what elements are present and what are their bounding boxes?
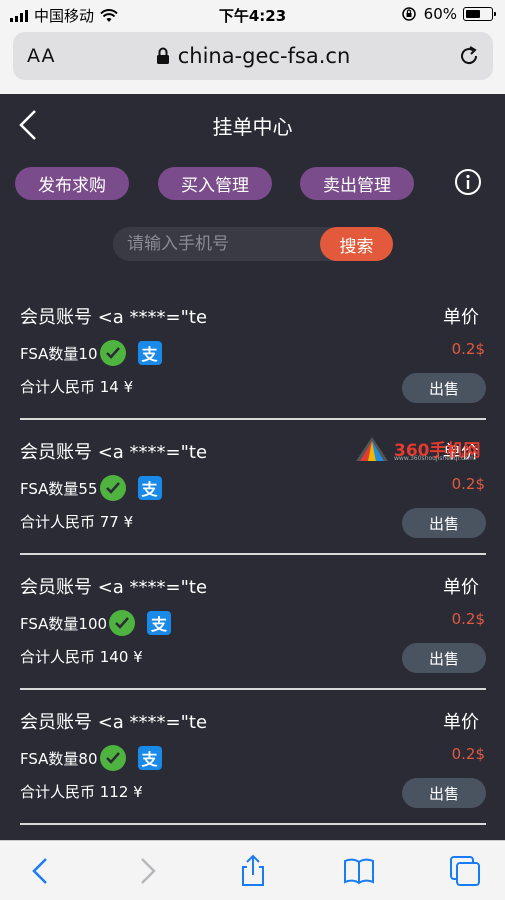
address-bar[interactable]: AA china-gec-fsa.cn (13, 32, 493, 80)
divider (20, 823, 486, 825)
alipay-icon: 支 (137, 476, 162, 500)
lock-icon (156, 47, 169, 64)
sell-button[interactable]: 出售 (402, 373, 486, 403)
page-header: 挂单中心 (0, 94, 505, 156)
wechat-icon (109, 610, 136, 636)
alipay-icon: 支 (137, 341, 162, 365)
price-value: 0.2$ (451, 475, 485, 493)
search-button[interactable]: 搜索 (320, 227, 393, 261)
price-label: 单价 (443, 577, 479, 598)
action-bar: 发布求购 买入管理 卖出管理 (0, 166, 505, 202)
browser-address-area: AA china-gec-fsa.cn (0, 28, 505, 94)
bookmarks-icon[interactable] (341, 853, 377, 889)
account-label: 会员账号 <a ****="te (20, 577, 208, 598)
rotation-lock-icon (401, 7, 416, 21)
quantity-label: FSA数量55 (20, 479, 98, 498)
alipay-icon: 支 (147, 611, 172, 635)
price-value: 0.2$ (451, 340, 485, 358)
browser-back-icon[interactable] (24, 853, 60, 889)
battery-icon (463, 7, 496, 21)
sell-button[interactable]: 出售 (402, 508, 486, 538)
account-label: 会员账号 <a ****="te (20, 307, 208, 328)
watermark-logo-icon (356, 437, 388, 461)
watermark-subtext: www.360shoujishenqi.com (394, 455, 474, 462)
buy-manage-button[interactable]: 买入管理 (158, 167, 272, 200)
price-value: 0.2$ (451, 745, 485, 763)
divider (20, 688, 486, 690)
quantity-label: FSA数量100 (20, 614, 108, 633)
account-label: 会员账号 <a ****="te (20, 712, 208, 733)
total-label: 合计人民币 112 ¥ (20, 783, 143, 801)
status-bar: 中国移动 下午4:23 60% (0, 0, 505, 28)
price-label: 单价 (443, 712, 479, 733)
wechat-icon (99, 745, 126, 771)
divider (20, 418, 486, 420)
wechat-icon (99, 340, 126, 366)
watermark: 360手机网 www.360shoujishenqi.com (354, 433, 489, 465)
price-label: 单价 (443, 307, 479, 328)
tabs-icon[interactable] (447, 853, 483, 889)
browser-forward-icon[interactable] (128, 853, 164, 889)
wechat-icon (99, 475, 126, 501)
quantity-label: FSA数量10 (20, 344, 98, 363)
quantity-label: FSA数量80 (20, 749, 98, 768)
total-label: 合计人民币 140 ¥ (20, 648, 143, 666)
listing-item: 会员账号 <a ****="te 单价 FSA数量100 支 0.2$ 合计人民… (0, 566, 505, 701)
phone-search-bar: 搜索 (113, 227, 393, 261)
listing-item: 会员账号 <a ****="te 单价 FSA数量10 支 0.2$ 合计人民币… (0, 296, 505, 431)
page-title: 挂单中心 (212, 115, 293, 139)
sell-button[interactable]: 出售 (402, 643, 486, 673)
sell-button[interactable]: 出售 (402, 778, 486, 808)
post-buy-button[interactable]: 发布求购 (15, 167, 129, 200)
total-label: 合计人民币 77 ¥ (20, 513, 134, 531)
info-icon[interactable] (454, 168, 482, 196)
alipay-icon: 支 (137, 746, 162, 770)
battery-fill (466, 10, 480, 18)
listing-item: 会员账号 <a ****="te 单价 FSA数量80 支 0.2$ 合计人民币… (0, 701, 505, 836)
battery-percent: 60% (423, 5, 457, 23)
price-value: 0.2$ (451, 610, 485, 628)
url-text: china-gec-fsa.cn (177, 44, 351, 68)
sell-manage-button[interactable]: 卖出管理 (300, 167, 414, 200)
reload-icon[interactable] (457, 44, 481, 68)
total-label: 合计人民币 14 ¥ (20, 378, 134, 396)
account-label: 会员账号 <a ****="te (20, 442, 208, 463)
share-icon[interactable] (235, 853, 271, 889)
phone-search-input[interactable] (113, 227, 323, 261)
divider (20, 553, 486, 555)
browser-toolbar (0, 840, 505, 900)
